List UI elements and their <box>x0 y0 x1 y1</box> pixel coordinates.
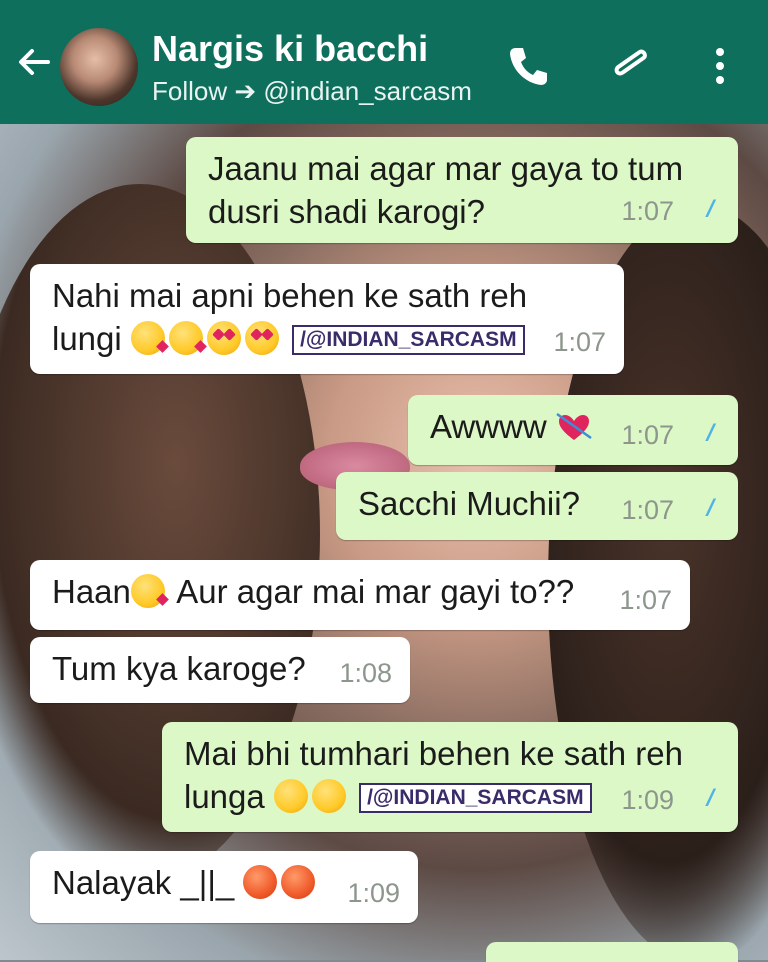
more-options-icon[interactable] <box>698 44 742 88</box>
contact-avatar[interactable] <box>58 26 140 108</box>
contact-name[interactable]: Nargis ki bacchi <box>152 28 428 70</box>
message-time: 1:07 <box>621 196 674 226</box>
message-text: Mai bhi tumhari behen ke sath reh <box>184 735 683 772</box>
heart-eyes-emoji-icon <box>206 321 241 355</box>
message-text: Aur agar mai mar gayi to?? <box>176 573 575 610</box>
message-outgoing[interactable]: Mai bhi tumhari behen ke sath reh lunga … <box>162 722 738 832</box>
message-text: Haan <box>52 573 131 610</box>
chat-header: Nargis ki bacchi Follow ➔ @indian_sarcas… <box>0 0 768 124</box>
message-incoming[interactable]: Haan Aur agar mai mar gayi to?? 1:07 <box>30 560 690 630</box>
face-blowing-kiss-icon <box>130 574 165 608</box>
message-text: Jaanu mai agar mar gaya to tum dusri sha… <box>208 150 684 230</box>
back-arrow-icon[interactable] <box>14 42 54 82</box>
read-ticks-icon: // <box>706 196 716 223</box>
message-text: Nalayak _||_ <box>52 864 235 901</box>
message-text: Awwww <box>430 408 547 445</box>
phone-icon[interactable] <box>506 44 550 88</box>
angry-face-icon <box>281 865 316 899</box>
contact-status: Follow ➔ @indian_sarcasm <box>152 76 472 106</box>
message-text: lunga <box>184 778 265 815</box>
heart-with-arrow-icon <box>556 412 592 440</box>
attachment-icon[interactable] <box>610 44 654 88</box>
message-incoming[interactable]: Nalayak _||_ 1:09 <box>30 851 418 923</box>
message-time: 1:07 <box>621 495 674 525</box>
read-ticks-icon: // <box>706 785 716 812</box>
grinning-squinting-face-icon <box>311 779 346 813</box>
message-outgoing[interactable]: Jaanu mai agar mar gaya to tum dusri sha… <box>186 137 738 243</box>
read-ticks-icon: // <box>706 420 716 447</box>
message-incoming[interactable]: Tum kya karoge? 1:08 <box>30 637 410 703</box>
message-time: 1:09 <box>347 878 400 908</box>
message-incoming[interactable]: Nahi mai apni behen ke sath reh lungi /@… <box>30 264 624 374</box>
message-time: 1:09 <box>621 785 674 815</box>
heart-eyes-emoji-icon <box>244 321 279 355</box>
face-blowing-kiss-icon <box>168 321 203 355</box>
face-blowing-kiss-icon <box>130 321 165 355</box>
message-text: Tum kya karoge? <box>52 650 306 687</box>
message-outgoing[interactable]: Awwww 1:07 // <box>408 395 738 465</box>
watermark-stamp: /@INDIAN_SARCASM <box>359 783 592 813</box>
message-time: 1:08 <box>339 658 392 688</box>
message-outgoing-partial[interactable] <box>486 942 738 962</box>
message-outgoing[interactable]: Sacchi Muchii? 1:07 // <box>336 472 738 540</box>
chat-wallpaper <box>0 124 768 960</box>
message-time: 1:07 <box>619 585 672 615</box>
message-text: Sacchi Muchii? <box>358 485 580 522</box>
winking-face-icon <box>273 779 308 813</box>
angry-face-icon <box>243 865 278 899</box>
watermark-stamp: /@INDIAN_SARCASM <box>292 325 525 355</box>
message-time: 1:07 <box>621 420 674 450</box>
read-ticks-icon: // <box>706 495 716 522</box>
message-time: 1:07 <box>553 327 606 357</box>
